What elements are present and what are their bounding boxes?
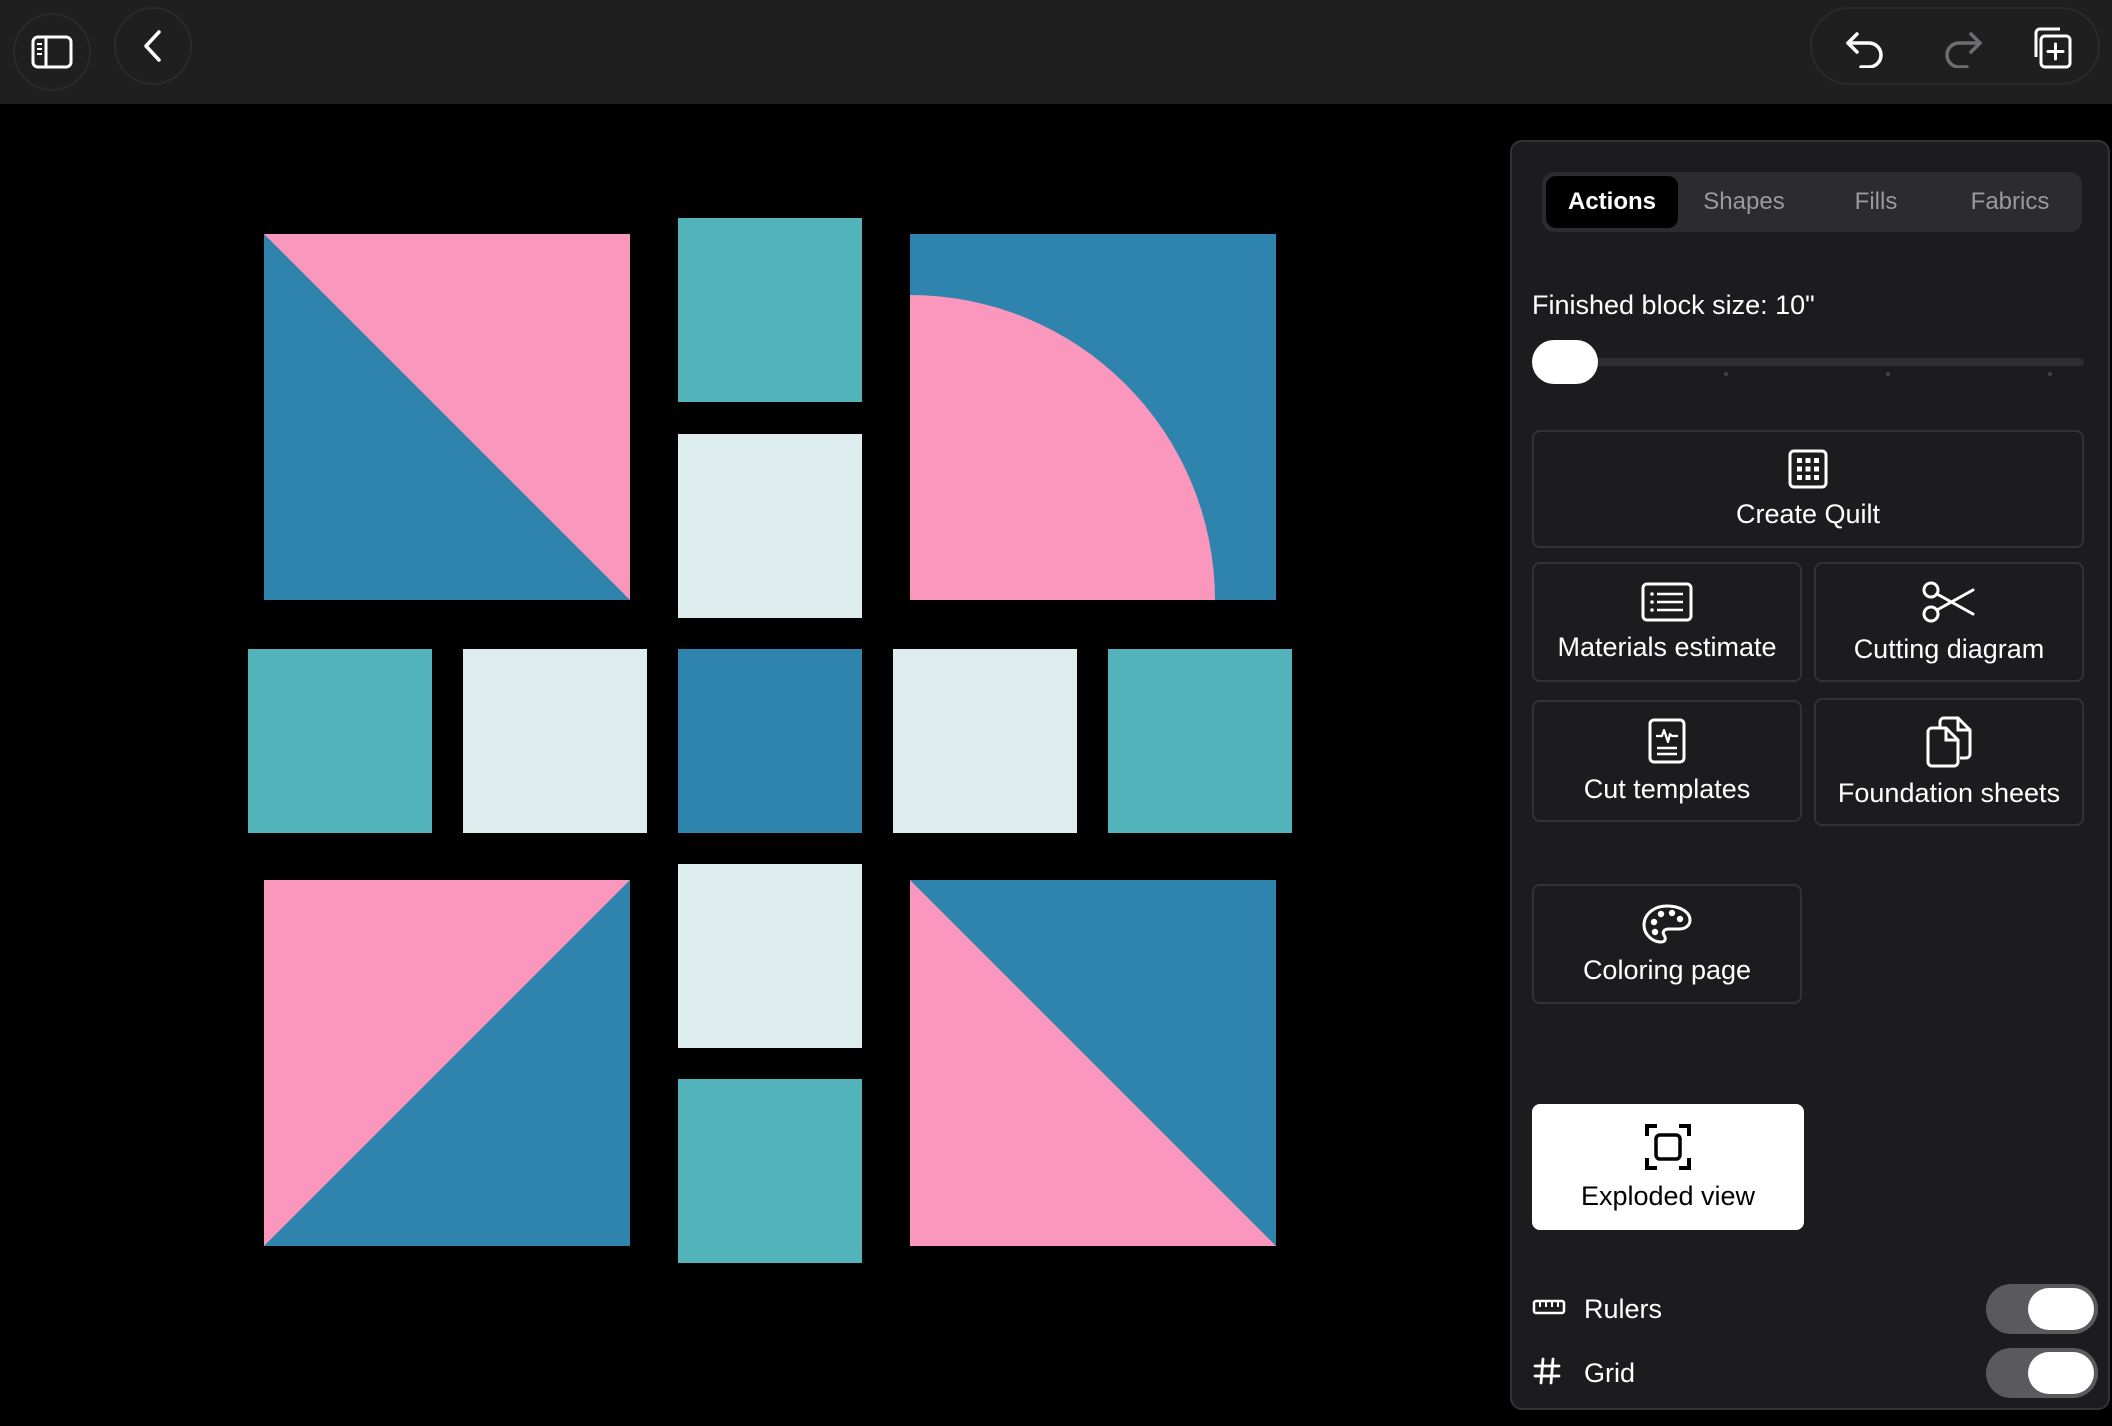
slider-tick: [1886, 372, 1890, 376]
block-size-slider[interactable]: [1532, 358, 2084, 366]
materials-estimate-button[interactable]: Materials estimate: [1532, 562, 1802, 682]
foundation-sheets-label: Foundation sheets: [1837, 777, 2061, 808]
documents-icon: [1926, 716, 1972, 767]
exploded-view-button[interactable]: Exploded view: [1532, 1104, 1804, 1230]
duplicate-add-icon: [2034, 27, 2072, 69]
scissors-icon: [1922, 581, 1975, 622]
create-quilt-label: Create Quilt: [1735, 498, 1881, 529]
slider-knob[interactable]: [1532, 340, 1598, 384]
actions-panel: Actions Shapes Fills Fabrics Finished bl…: [1510, 140, 2110, 1410]
hst-top-left[interactable]: [264, 234, 630, 600]
palette-icon: [1642, 903, 1692, 944]
square-light-top[interactable]: [678, 434, 862, 618]
square-teal-right[interactable]: [1108, 649, 1292, 833]
square-teal-bottom[interactable]: [678, 1079, 862, 1263]
cutting-diagram-button[interactable]: Cutting diagram: [1814, 562, 2084, 682]
foundation-sheets-button[interactable]: Foundation sheets: [1814, 698, 2084, 826]
materials-estimate-label: Materials estimate: [1557, 631, 1777, 662]
square-light-left[interactable]: [463, 649, 647, 833]
hst-bottom-left[interactable]: [264, 880, 630, 1246]
coloring-page-button[interactable]: Coloring page: [1532, 884, 1802, 1004]
ruler-icon: [1532, 1299, 1566, 1315]
sidebar-toggle-button[interactable]: [13, 13, 91, 91]
square-blue-center[interactable]: [678, 649, 862, 833]
undo-button[interactable]: [1830, 13, 1900, 83]
undo-icon: [1846, 32, 1883, 68]
tab-fabrics[interactable]: Fabrics: [1944, 176, 2076, 228]
redo-button[interactable]: [1928, 13, 1998, 83]
quilt-canvas[interactable]: [0, 104, 1508, 1421]
sidebar-icon: [31, 35, 73, 69]
slider-tick: [2048, 372, 2052, 376]
list-icon: [1641, 582, 1693, 621]
grid-label: Grid: [1584, 1358, 1636, 1388]
slider-tick: [1724, 372, 1728, 376]
toggle-thumb: [2028, 1352, 2094, 1394]
rulers-row: Rulers: [1532, 1280, 2098, 1336]
quarter-circle-top-right[interactable]: [910, 234, 1276, 600]
block-size-label: Finished block size: 10": [1532, 290, 1815, 320]
rulers-label: Rulers: [1584, 1294, 1663, 1324]
create-quilt-button[interactable]: Create Quilt: [1532, 430, 2084, 548]
tab-shapes[interactable]: Shapes: [1678, 176, 1810, 228]
toggle-thumb: [2028, 1288, 2094, 1330]
document-icon: [1648, 718, 1686, 763]
history-actions: [1810, 7, 2100, 85]
grid-icon: [1788, 449, 1828, 488]
rulers-toggle[interactable]: [1986, 1284, 2098, 1334]
quilt-block: [248, 218, 1292, 1263]
cut-templates-button[interactable]: Cut templates: [1532, 700, 1802, 822]
coloring-page-label: Coloring page: [1582, 954, 1752, 985]
tab-actions[interactable]: Actions: [1546, 176, 1678, 228]
back-button[interactable]: [114, 7, 192, 85]
chevron-left-icon: [144, 30, 161, 62]
cutting-diagram-label: Cutting diagram: [1853, 633, 2045, 664]
square-teal-left[interactable]: [248, 649, 432, 833]
expand-icon: [1645, 1123, 1691, 1170]
panel-tabs: Actions Shapes Fills Fabrics: [1542, 172, 2082, 232]
grid-toggle[interactable]: [1986, 1348, 2098, 1398]
tab-fills[interactable]: Fills: [1810, 176, 1942, 228]
grid-row: Grid: [1532, 1344, 2098, 1400]
hash-icon: [1533, 1357, 1561, 1385]
top-toolbar: [0, 0, 2112, 104]
square-teal-top[interactable]: [678, 218, 862, 402]
square-light-bottom[interactable]: [678, 864, 862, 1048]
hst-bottom-right[interactable]: [910, 880, 1276, 1246]
exploded-view-label: Exploded view: [1580, 1180, 1756, 1211]
duplicate-button[interactable]: [2016, 13, 2086, 83]
square-light-right[interactable]: [893, 649, 1077, 833]
redo-icon: [1945, 32, 1982, 68]
cut-templates-label: Cut templates: [1583, 773, 1751, 804]
